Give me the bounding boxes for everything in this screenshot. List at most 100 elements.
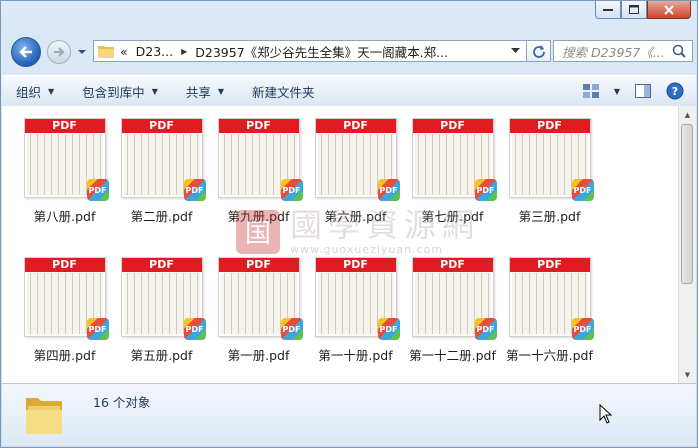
change-view-button[interactable] [582, 82, 600, 100]
pdf-app-icon: PDF [571, 318, 594, 340]
search-input[interactable]: 搜索 D23957《... [553, 40, 693, 62]
view-controls: ▼ ? [582, 82, 696, 100]
forward-button[interactable] [47, 40, 71, 64]
watermark: 国 國學資源網 www.guoxueziyuan.com [236, 207, 480, 256]
file-item[interactable]: PDF PDF 第二册.pdf [113, 118, 210, 225]
chevron-down-icon[interactable] [511, 46, 520, 55]
breadcrumb-item-parent[interactable]: D23... [136, 44, 173, 59]
help-icon: ? [666, 82, 684, 100]
share-menu[interactable]: 共享 ▼ [172, 76, 238, 106]
folder-icon [26, 398, 62, 434]
file-item[interactable]: PDF PDF 第四册.pdf [16, 257, 113, 364]
recent-pages-dropdown-icon[interactable] [77, 47, 87, 57]
maximize-icon [629, 5, 639, 14]
file-item[interactable]: PDF PDF 第一十二册.pdf [404, 257, 501, 364]
folder-icon [98, 46, 114, 58]
chevron-down-icon: ▼ [151, 86, 158, 96]
file-name: 第二册.pdf [130, 209, 193, 224]
watermark-url: www.guoxueziyuan.com [290, 243, 444, 256]
file-item[interactable]: PDF PDF 第五册.pdf [113, 257, 210, 364]
pdf-app-icon: PDF [377, 318, 400, 340]
navigation-bar: « D23... ▶ D23957《郑少谷先生全集》天一阁藏本.郑... 搜索 … [7, 37, 693, 67]
scroll-down-icon[interactable]: ▼ [679, 366, 696, 383]
pdf-app-icon: PDF [280, 318, 303, 340]
pdf-thumbnail: PDF PDF [217, 257, 303, 340]
pdf-thumbnail: PDF PDF [411, 257, 497, 340]
pdf-banner: PDF [121, 119, 202, 133]
file-list-pane[interactable]: PDFPDF第八册.pdfPDFPDF第二册.pdfPDFPDF第九册.pdfP… [2, 106, 696, 383]
file-name: 第五册.pdf [130, 348, 193, 363]
file-item[interactable]: PDF PDF 第一十册.pdf [307, 257, 404, 364]
file-name: 第八册.pdf [33, 209, 96, 224]
minimize-icon [603, 8, 613, 11]
command-bar: 组织 ▼ 包含到库中 ▼ 共享 ▼ 新建文件夹 ▼ ? [2, 75, 696, 107]
pdf-app-icon: PDF [474, 318, 497, 340]
details-pane: 16 个对象 [2, 383, 696, 446]
vertical-scrollbar[interactable]: ▲ ▼ [678, 106, 696, 383]
pdf-app-icon: PDF [377, 179, 400, 201]
breadcrumb-overflow[interactable]: « [120, 44, 128, 59]
pdf-banner: PDF [509, 258, 590, 272]
address-bar[interactable]: « D23... ▶ D23957《郑少谷先生全集》天一阁藏本.郑... [93, 40, 527, 62]
pdf-banner: PDF [412, 119, 493, 133]
new-folder-label: 新建文件夹 [252, 84, 315, 100]
back-arrow-icon [19, 46, 32, 58]
pdf-banner: PDF [315, 119, 396, 133]
watermark-seal: 国 [236, 209, 280, 254]
pdf-app-icon: PDF [474, 179, 497, 201]
scrollbar-thumb[interactable] [681, 124, 693, 284]
search-icon[interactable] [672, 44, 688, 58]
pdf-app-icon: PDF [183, 318, 206, 340]
watermark-title: 國學資源網 [290, 206, 481, 244]
pdf-thumbnail: PDF PDF [508, 257, 594, 340]
organize-label: 组织 [16, 84, 42, 100]
chevron-right-icon[interactable]: ▶ [181, 47, 187, 56]
file-name: 第三册.pdf [518, 209, 581, 224]
file-item[interactable]: PDF PDF 第三册.pdf [501, 118, 598, 225]
minimize-button[interactable] [595, 1, 621, 19]
file-name: 第一册.pdf [227, 348, 290, 363]
explorer-window: « D23... ▶ D23957《郑少谷先生全集》天一阁藏本.郑... 搜索 … [0, 0, 698, 448]
close-button[interactable] [647, 1, 691, 19]
view-options-dropdown-icon[interactable]: ▼ [614, 87, 620, 96]
pdf-banner: PDF [24, 258, 105, 272]
pdf-thumbnail: PDF PDF [23, 257, 109, 340]
file-name: 第一十二册.pdf [409, 348, 496, 363]
pdf-banner: PDF [509, 119, 590, 133]
pdf-thumbnail: PDF PDF [23, 118, 109, 201]
refresh-icon [532, 45, 545, 58]
new-folder-button[interactable]: 新建文件夹 [238, 76, 329, 106]
refresh-button[interactable] [527, 40, 551, 62]
pdf-thumbnail: PDF PDF [411, 118, 497, 201]
pdf-app-icon: PDF [183, 179, 206, 201]
file-item[interactable]: PDF PDF 第八册.pdf [16, 118, 113, 225]
include-library-label: 包含到库中 [82, 84, 145, 100]
preview-pane-button[interactable] [634, 82, 652, 100]
help-button[interactable]: ? [666, 82, 684, 100]
maximize-button[interactable] [621, 1, 647, 19]
file-name: 第一十册.pdf [318, 348, 393, 363]
preview-pane-icon [635, 84, 651, 98]
back-button[interactable] [11, 37, 41, 67]
pdf-app-icon: PDF [86, 179, 109, 201]
pdf-app-icon: PDF [571, 179, 594, 201]
pdf-thumbnail: PDF PDF [508, 118, 594, 201]
include-in-library-menu[interactable]: 包含到库中 ▼ [68, 76, 172, 106]
forward-arrow-icon [54, 47, 65, 57]
close-icon [664, 4, 674, 15]
pdf-thumbnail: PDF PDF [314, 257, 400, 340]
pdf-thumbnail: PDF PDF [120, 118, 206, 201]
chevron-down-icon: ▼ [217, 86, 225, 96]
pdf-thumbnail: PDF PDF [120, 257, 206, 340]
file-item[interactable]: PDF PDF 第一册.pdf [210, 257, 307, 364]
file-item[interactable]: PDF PDF 第一十六册.pdf [501, 257, 598, 364]
pdf-banner: PDF [218, 119, 299, 133]
pdf-app-icon: PDF [280, 179, 303, 201]
search-placeholder: 搜索 D23957《... [562, 44, 665, 60]
scroll-up-icon[interactable]: ▲ [679, 106, 696, 123]
breadcrumb-item-current[interactable]: D23957《郑少谷先生全集》天一阁藏本.郑... [195, 42, 448, 61]
file-name: 第四册.pdf [33, 348, 96, 363]
organize-menu[interactable]: 组织 ▼ [2, 76, 68, 106]
pdf-banner: PDF [24, 119, 105, 133]
pdf-banner: PDF [218, 258, 299, 272]
